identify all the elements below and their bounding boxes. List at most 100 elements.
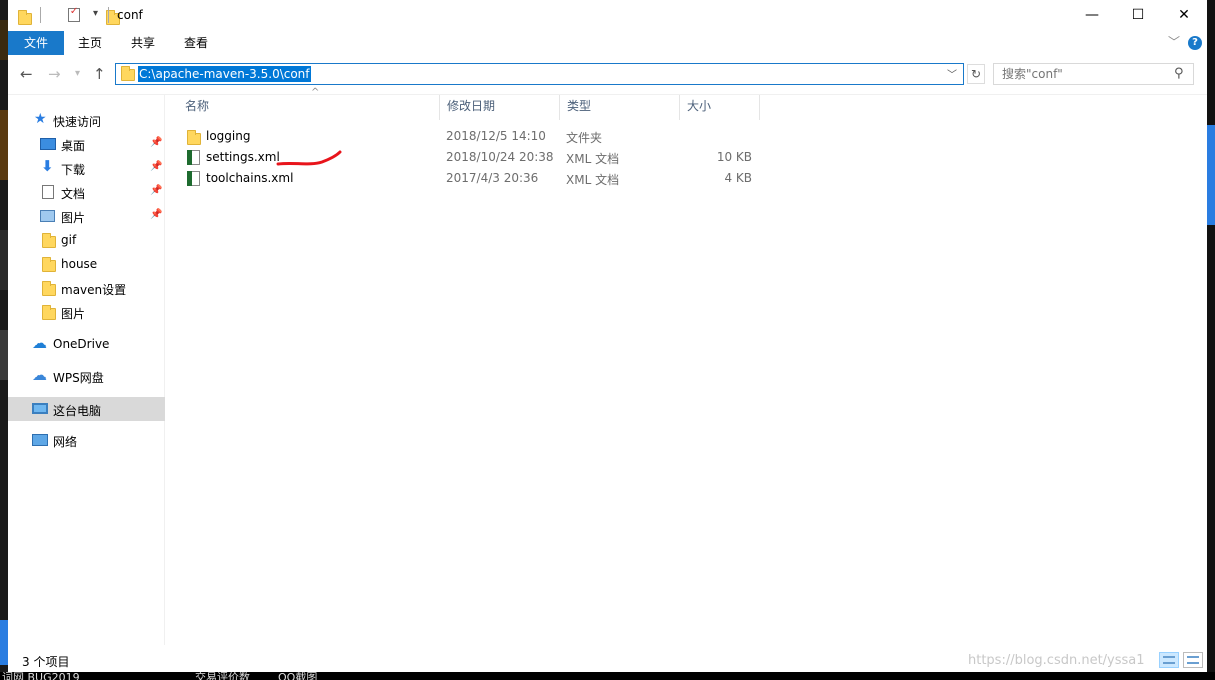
search-icon[interactable]: ⚲	[1174, 66, 1184, 81]
sidebar-item-pictures[interactable]: 图片 📌	[8, 204, 165, 228]
desktop-fragment	[0, 20, 8, 60]
file-explorer-window: ▾ conf — ☐ ✕ 文件 主页 共享 查看 ﹀ ? ← → ▾ ↑ C:\…	[8, 0, 1207, 672]
pin-icon[interactable]: 📌	[150, 185, 162, 196]
file-type: XML 文档	[566, 173, 620, 187]
back-button[interactable]: ←	[20, 65, 33, 83]
quick-access-dropdown-icon[interactable]: ▾	[93, 8, 98, 24]
title-bar: ▾ conf — ☐ ✕	[8, 0, 1207, 31]
taskbar-fragment: 词网 BUG2019 交易评价数 QQ截图	[0, 672, 1215, 680]
folder-icon	[42, 281, 56, 296]
up-button[interactable]: ↑	[93, 65, 106, 83]
file-date: 2018/12/5 14:10	[446, 129, 546, 143]
minimize-button[interactable]: —	[1069, 0, 1115, 30]
navigation-pane: ★ 快速访问 桌面 📌 ⬇ 下载 📌 文档 📌 图片 📌 gif house m…	[8, 95, 165, 645]
ribbon-tabs: 文件 主页 共享 查看 ﹀ ?	[8, 31, 1207, 55]
folder-icon	[42, 233, 56, 248]
file-row-settings-xml[interactable]: settings.xml 2018/10/24 20:38 XML 文档 10 …	[166, 147, 766, 168]
column-header-date[interactable]: 修改日期	[440, 95, 560, 120]
pin-icon[interactable]: 📌	[150, 137, 162, 148]
wps-cloud-icon: ☁	[32, 366, 47, 384]
address-path[interactable]: C:\apache-maven-3.5.0\conf	[138, 66, 311, 82]
search-input[interactable]	[1002, 67, 1162, 81]
file-list: ^ 名称 修改日期 类型 大小 logging 2018/12/5 14:10 …	[166, 87, 1207, 645]
folder-icon	[121, 66, 135, 81]
search-box[interactable]: ⚲	[993, 63, 1194, 85]
sidebar-item-network[interactable]: 网络	[8, 428, 165, 452]
column-header-type[interactable]: 类型	[560, 95, 680, 120]
sidebar-item-house[interactable]: house	[8, 252, 165, 276]
details-view-icon[interactable]	[1159, 652, 1179, 668]
status-bar: 3 个项目 https://blog.csdn.net/yssa1	[8, 645, 1207, 672]
pin-icon[interactable]: 📌	[150, 209, 162, 220]
desktop-background-right	[1207, 0, 1215, 680]
tab-view[interactable]: 查看	[174, 31, 218, 55]
help-icon[interactable]: ?	[1188, 36, 1202, 50]
sidebar-item-label: 图片	[61, 211, 86, 225]
navigation-bar: ← → ▾ ↑ C:\apache-maven-3.5.0\conf ﹀ ↻ ⚲	[8, 55, 1207, 95]
sidebar-item-label: 下载	[61, 163, 86, 177]
sidebar-item-maven-settings[interactable]: maven设置	[8, 276, 165, 300]
sidebar-item-label: maven设置	[61, 283, 127, 297]
toolbar-divider	[40, 7, 41, 23]
toolbar-divider	[108, 7, 109, 23]
tab-share[interactable]: 共享	[121, 31, 165, 55]
recent-locations-icon[interactable]: ▾	[75, 65, 80, 83]
sidebar-item-label: house	[61, 257, 98, 271]
xml-file-icon	[187, 150, 200, 165]
refresh-button[interactable]: ↻	[967, 64, 985, 84]
sidebar-item-label: OneDrive	[53, 337, 110, 351]
sidebar-item-quick-access[interactable]: ★ 快速访问	[8, 108, 165, 132]
file-name: logging	[206, 129, 251, 143]
column-header-size[interactable]: 大小	[680, 95, 760, 120]
file-type: XML 文档	[566, 152, 620, 166]
file-name: settings.xml	[206, 150, 280, 164]
desktop-fragment	[0, 110, 8, 180]
forward-button[interactable]: →	[48, 65, 61, 83]
column-header-name[interactable]: 名称	[178, 95, 440, 120]
file-row-toolchains-xml[interactable]: toolchains.xml 2017/4/3 20:36 XML 文档 4 K…	[166, 168, 766, 189]
pin-icon[interactable]: 📌	[150, 161, 162, 172]
onedrive-icon: ☁	[32, 334, 47, 352]
folder-icon	[42, 305, 56, 320]
folder-icon	[42, 257, 56, 272]
folder-icon	[187, 130, 201, 145]
file-size: 10 KB	[716, 150, 752, 164]
network-icon	[32, 434, 48, 446]
sidebar-item-gif[interactable]: gif	[8, 228, 165, 252]
file-row-logging[interactable]: logging 2018/12/5 14:10 文件夹	[166, 126, 766, 147]
file-name: toolchains.xml	[206, 171, 294, 185]
sidebar-item-onedrive[interactable]: ☁ OneDrive	[8, 332, 165, 356]
window-title: conf	[117, 8, 143, 22]
watermark: https://blog.csdn.net/yssa1	[968, 653, 1145, 668]
download-icon: ⬇	[41, 157, 54, 175]
close-button[interactable]: ✕	[1161, 0, 1207, 30]
sidebar-item-pictures-folder[interactable]: 图片	[8, 300, 165, 324]
star-icon: ★	[34, 111, 47, 127]
sidebar-item-desktop[interactable]: 桌面 📌	[8, 132, 165, 156]
tab-home[interactable]: 主页	[68, 31, 112, 55]
sidebar-item-label: gif	[61, 233, 77, 247]
properties-icon[interactable]	[67, 6, 80, 22]
file-date: 2017/4/3 20:36	[446, 171, 539, 185]
sidebar-item-label: 这台电脑	[53, 404, 102, 418]
sidebar-item-documents[interactable]: 文档 📌	[8, 180, 165, 204]
sidebar-item-label: WPS网盘	[53, 371, 104, 385]
sidebar-item-this-pc[interactable]: 这台电脑	[8, 397, 165, 421]
large-icons-view-icon[interactable]	[1183, 652, 1203, 668]
sidebar-item-label: 网络	[53, 435, 78, 449]
address-bar[interactable]: C:\apache-maven-3.5.0\conf ﹀	[115, 63, 964, 85]
file-date: 2018/10/24 20:38	[446, 150, 554, 164]
file-type: 文件夹	[566, 131, 603, 145]
desktop-fragment	[0, 330, 8, 380]
desktop-icon	[40, 138, 56, 150]
desktop-fragment	[1207, 125, 1215, 225]
sidebar-item-wps-cloud[interactable]: ☁ WPS网盘	[8, 364, 165, 388]
document-icon	[42, 185, 54, 199]
file-size: 4 KB	[724, 171, 752, 185]
address-dropdown-icon[interactable]: ﹀	[947, 66, 957, 81]
maximize-button[interactable]: ☐	[1115, 0, 1161, 30]
sidebar-item-label: 文档	[61, 187, 86, 201]
sidebar-item-downloads[interactable]: ⬇ 下载 📌	[8, 156, 165, 180]
tab-file[interactable]: 文件	[8, 31, 64, 55]
ribbon-expand-icon[interactable]: ﹀	[1168, 33, 1180, 50]
